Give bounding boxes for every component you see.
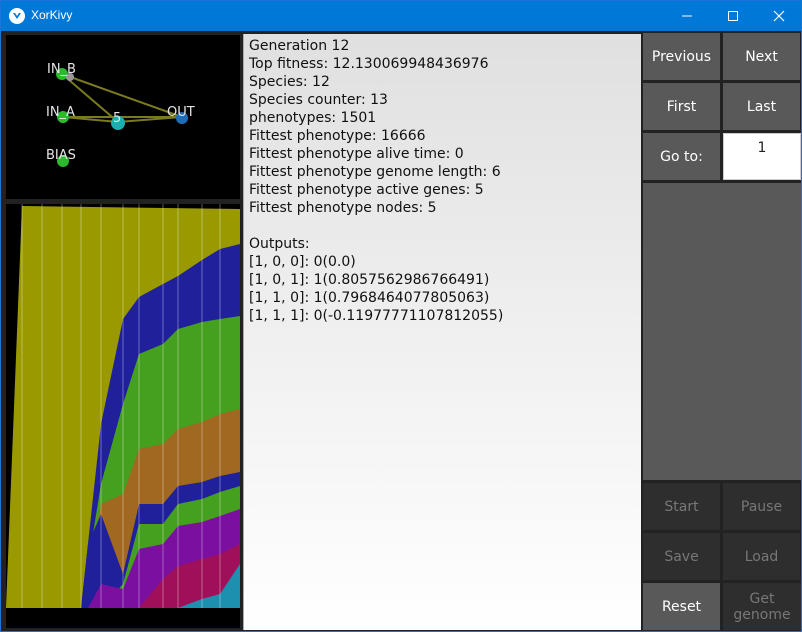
info-species: Species: 12 xyxy=(249,74,330,90)
node-label-in-b: IN_B xyxy=(47,62,76,77)
info-phenotypes: phenotypes: 1501 xyxy=(249,110,377,126)
node-label-5: 5 xyxy=(113,111,121,126)
pause-button[interactable]: Pause xyxy=(723,483,800,530)
close-button[interactable] xyxy=(756,1,802,31)
maximize-icon xyxy=(728,11,738,21)
last-button[interactable]: Last xyxy=(723,83,800,130)
info-active-genes: Fittest phenotype active genes: 5 xyxy=(249,182,484,198)
info-alive-time: Fittest phenotype alive time: 0 xyxy=(249,146,464,162)
info-output-row: [1, 1, 1]: 0(-0.11977771107812055) xyxy=(249,308,504,324)
start-button[interactable]: Start xyxy=(643,483,720,530)
species-stack-plot xyxy=(6,204,240,628)
info-output-row: [1, 0, 1]: 1(0.8057562986766491) xyxy=(249,272,490,288)
info-fittest: Fittest phenotype: 16666 xyxy=(249,128,426,144)
reset-button[interactable]: Reset xyxy=(643,583,720,630)
save-button[interactable]: Save xyxy=(643,533,720,580)
get-genome-button[interactable]: Get genome xyxy=(723,583,801,630)
minimize-button[interactable] xyxy=(664,1,710,31)
info-output-row: [1, 0, 0]: 0(0.0) xyxy=(249,254,356,270)
info-nodes: Fittest phenotype nodes: 5 xyxy=(249,200,437,216)
previous-button[interactable]: Previous xyxy=(643,33,720,80)
network-graph: IN_B IN_A 5 OUT BIAS xyxy=(6,35,240,199)
empty-panel xyxy=(643,183,801,480)
app-window: XorKivy IN_B IN_A 5 OUT BIAS Generation … xyxy=(0,0,802,632)
network-edges xyxy=(61,73,183,123)
info-top-fitness: Top fitness: 12.130069948436976 xyxy=(249,56,489,72)
info-panel: Generation 12 Top fitness: 12.1300699484… xyxy=(243,34,641,630)
info-generation: Generation 12 xyxy=(249,38,350,54)
close-icon xyxy=(773,10,785,22)
title-bar[interactable]: XorKivy xyxy=(1,1,801,31)
info-genome-length: Fittest phenotype genome length: 6 xyxy=(249,164,501,180)
node-label-bias: BIAS xyxy=(46,148,76,163)
minimize-icon xyxy=(682,15,692,17)
info-outputs-header: Outputs: xyxy=(249,236,310,252)
node-label-out: OUT xyxy=(167,105,195,120)
next-button[interactable]: Next xyxy=(723,33,800,80)
first-button[interactable]: First xyxy=(643,83,720,130)
info-output-row: [1, 1, 0]: 1(0.7968464077805063) xyxy=(249,290,490,306)
info-species-counter: Species counter: 13 xyxy=(249,92,388,108)
maximize-button[interactable] xyxy=(710,1,756,31)
window-title: XorKivy xyxy=(31,8,73,22)
node-label-in-a: IN_A xyxy=(46,105,75,120)
goto-button[interactable]: Go to: xyxy=(643,133,720,180)
kivy-logo-icon xyxy=(9,8,25,24)
goto-input[interactable]: 1 xyxy=(723,133,801,180)
load-button[interactable]: Load xyxy=(723,533,800,580)
